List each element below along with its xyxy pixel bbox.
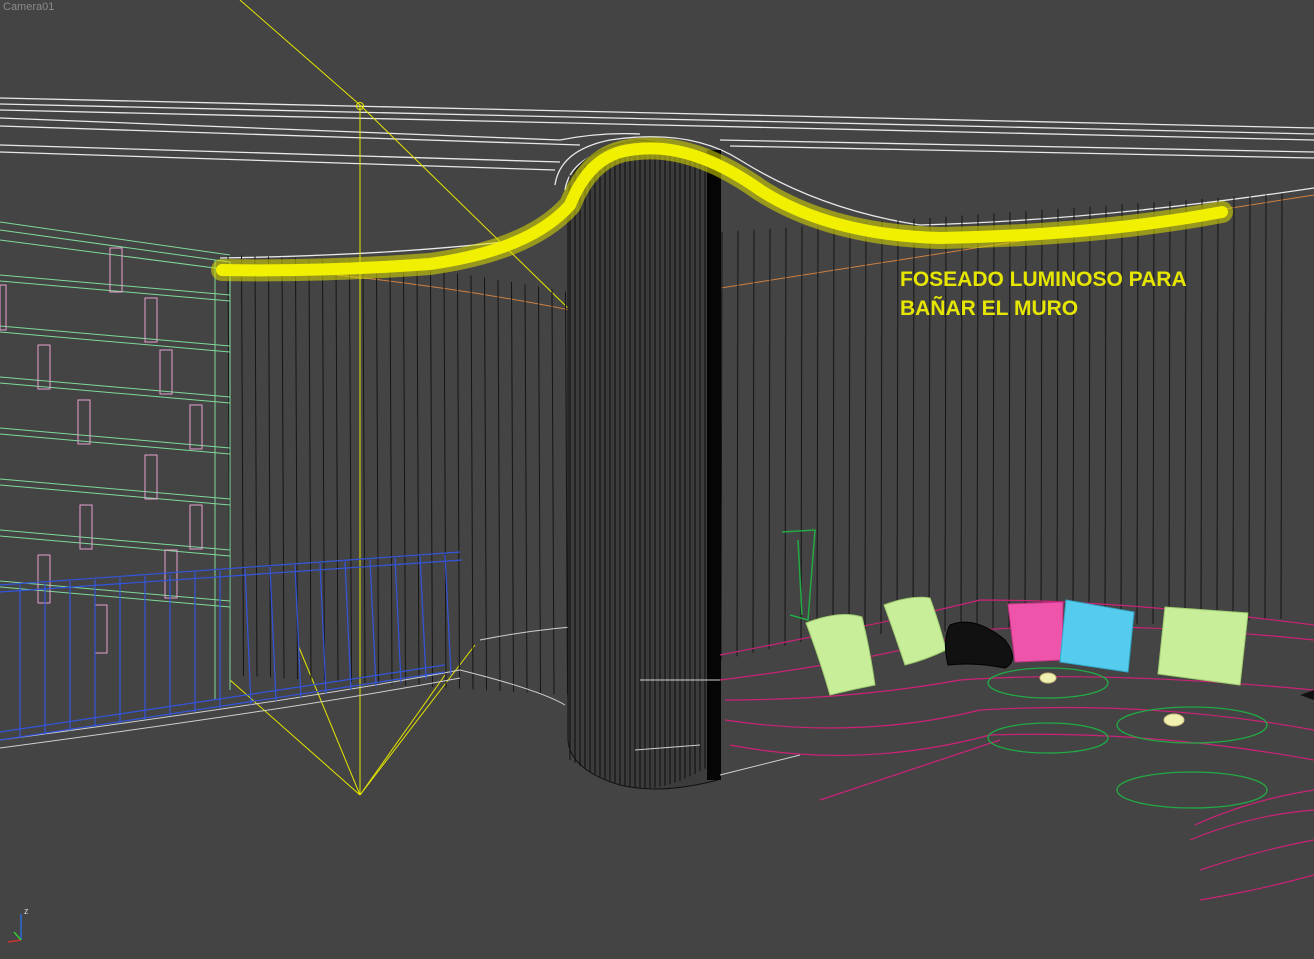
- railing: [0, 551, 463, 741]
- column: [567, 139, 721, 790]
- wireframe-scene[interactable]: [0, 0, 1314, 959]
- axis-z-label: z: [24, 906, 29, 916]
- annotation-line-1: FOSEADO LUMINOSO PARA: [900, 268, 1187, 291]
- curtain-wall-right: [720, 193, 1283, 661]
- annotation-line-2: BAÑAR EL MURO: [900, 297, 1079, 320]
- axis-tripod-icon: z: [4, 904, 34, 944]
- annotation-note: FOSEADO LUMINOSO PARA BAÑAR EL MURO: [900, 265, 1187, 323]
- viewport-label[interactable]: Camera01: [3, 1, 54, 13]
- shelf-books: [0, 247, 203, 654]
- curtain-wall-left: [227, 254, 568, 696]
- coffee-tables: [987, 667, 1268, 809]
- camera-viewport[interactable]: Camera01 FOSEADO LUMINOSO PARA BAÑAR EL …: [0, 0, 1314, 959]
